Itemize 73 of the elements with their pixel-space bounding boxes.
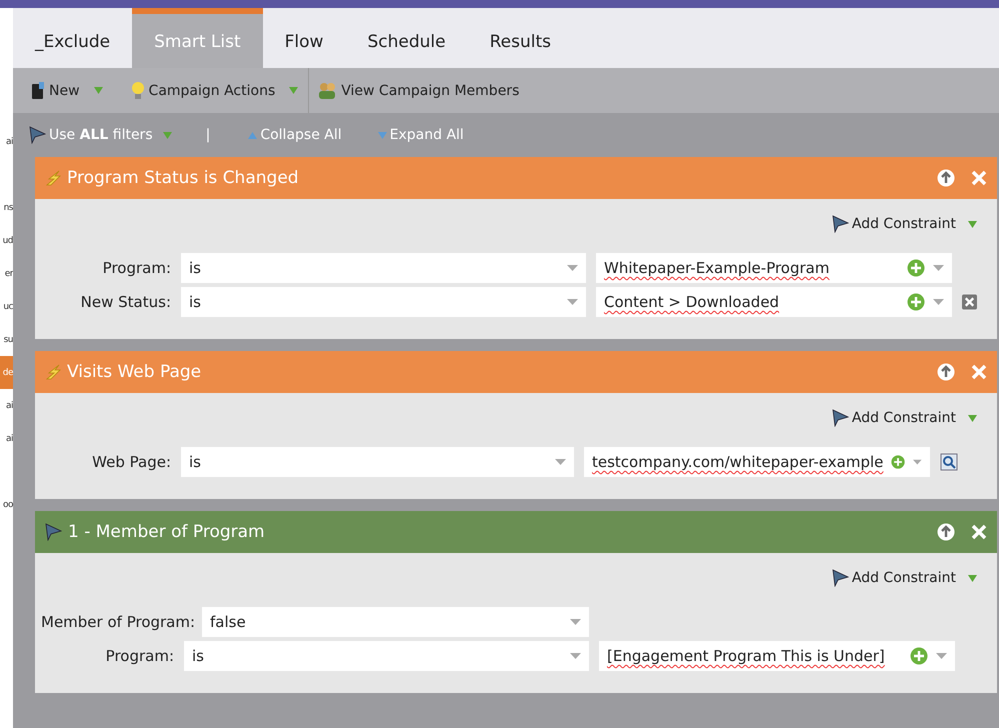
move-up-icon[interactable] [937, 523, 955, 541]
field-label: Program: [104, 647, 174, 665]
add-icon[interactable] [910, 647, 928, 665]
add-icon[interactable] [891, 453, 906, 471]
tab[interactable]: Schedule [345, 8, 468, 68]
field-label: New Status: [80, 293, 171, 311]
funnel-icon [45, 523, 62, 541]
dropdown-icon[interactable] [968, 220, 977, 228]
add-constraint-link[interactable]: Add Constraint [852, 570, 956, 586]
dropdown-caret-icon[interactable] [567, 264, 578, 272]
delete-icon[interactable] [962, 294, 977, 310]
operator-dropdown[interactable]: is [181, 287, 586, 317]
lightbulb-icon [130, 81, 145, 100]
separator-text: | [206, 127, 210, 143]
filter-title: Program Status is Changed [67, 168, 300, 188]
close-icon[interactable] [971, 364, 987, 380]
funnel-icon [832, 569, 849, 587]
operator-dropdown[interactable]: is [181, 253, 586, 283]
sidebar-item[interactable]: ai [0, 389, 13, 422]
move-up-icon[interactable] [937, 363, 955, 381]
dropdown-caret-icon[interactable] [570, 652, 581, 660]
sidebar-item[interactable]: oo [0, 488, 13, 521]
book-icon [31, 82, 45, 100]
add-constraint-link[interactable]: Add Constraint [852, 410, 956, 426]
add-icon[interactable] [907, 259, 925, 277]
field-label: Web Page: [91, 453, 171, 471]
funnel-icon [29, 126, 46, 144]
tab[interactable]: Results [468, 8, 573, 68]
dropdown-caret-icon[interactable] [933, 298, 944, 306]
tab[interactable]: Flow [262, 8, 346, 68]
dropdown-icon[interactable] [94, 87, 103, 94]
dropdown-caret-icon[interactable] [933, 264, 944, 272]
dropdown-caret-icon[interactable] [936, 652, 947, 660]
dropdown-caret-icon[interactable] [570, 618, 581, 626]
dropdown-caret-icon[interactable] [567, 298, 578, 306]
operator-dropdown[interactable]: is [181, 447, 574, 477]
operator-dropdown[interactable]: false [202, 607, 589, 637]
sidebar-item[interactable]: er [0, 257, 13, 290]
dropdown-caret-icon[interactable] [913, 458, 922, 466]
add-icon[interactable] [907, 293, 925, 311]
sidebar-item[interactable]: su [0, 323, 13, 356]
operator-dropdown[interactable]: is [184, 641, 589, 671]
tab[interactable]: _Exclude [13, 8, 132, 68]
field-label: Member of Program: [41, 613, 192, 631]
value-field[interactable]: Whitepaper-Example-Program [596, 253, 952, 283]
field-label: Program: [102, 259, 171, 277]
close-icon[interactable] [971, 524, 987, 540]
move-up-icon[interactable] [937, 169, 955, 187]
filter-title: Visits Web Page [67, 362, 202, 382]
funnel-icon [832, 215, 849, 233]
funnel-icon [832, 409, 849, 427]
dropdown-icon[interactable] [289, 87, 298, 94]
people-icon [317, 82, 338, 100]
toolbar-button[interactable]: New [13, 68, 113, 113]
value-field[interactable]: [Engagement Program This is Under] [599, 641, 955, 671]
toolbar-button[interactable]: View Campaign Members [308, 68, 530, 113]
filter-title: 1 - Member of Program [68, 522, 266, 542]
sidebar-item[interactable]: ud [0, 224, 13, 257]
dropdown-icon[interactable] [968, 414, 977, 422]
lightning-icon [45, 364, 61, 380]
dropdown-caret-icon[interactable] [555, 458, 566, 466]
sidebar-item[interactable]: ai [0, 422, 13, 455]
value-field[interactable]: Content > Downloaded [596, 287, 952, 317]
dropdown-icon[interactable] [968, 574, 977, 582]
sidebar-item[interactable]: ns [0, 191, 13, 224]
toolbar-button[interactable]: Campaign Actions [112, 68, 308, 113]
lightning-icon [45, 170, 61, 186]
sidebar-item[interactable]: uc [0, 290, 13, 323]
add-constraint-link[interactable]: Add Constraint [852, 216, 956, 232]
value-field[interactable]: testcompany.com/whitepaper-example [584, 447, 930, 477]
close-icon[interactable] [971, 170, 987, 186]
lookup-icon[interactable] [940, 453, 958, 471]
sidebar-item[interactable]: ai [0, 125, 13, 158]
